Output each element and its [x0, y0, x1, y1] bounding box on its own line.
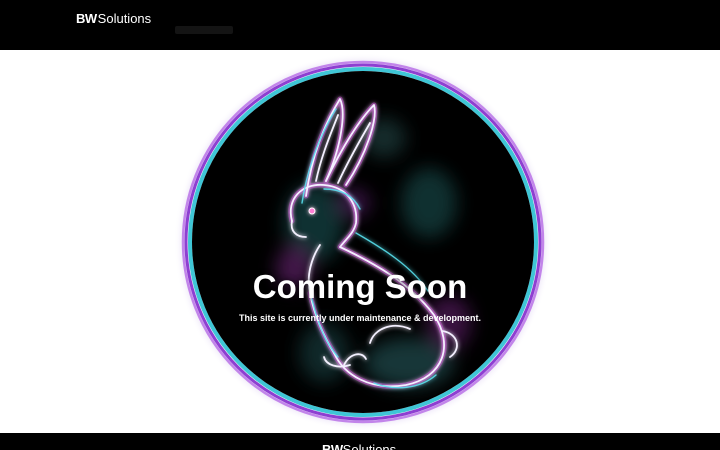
logo-bw: BW	[76, 11, 97, 26]
footer-logo-bw: BW	[322, 442, 343, 450]
footer-brand-logo-link[interactable]: BWSolutions	[322, 442, 396, 450]
site-footer: BWSolutions	[0, 433, 720, 450]
maintenance-message: This site is currently under maintenance…	[238, 313, 482, 323]
site-header: BWSolutions	[0, 0, 720, 50]
nav-placeholder	[175, 26, 233, 34]
main-content: Coming Soon This site is currently under…	[0, 50, 720, 433]
coming-soon-hero-image	[174, 53, 552, 431]
brand-logo-link[interactable]: BWSolutions	[76, 11, 151, 27]
footer-logo-solutions: Solutions	[342, 442, 397, 450]
neon-rabbit-illustration-icon	[174, 53, 552, 431]
coming-soon-title: Coming Soon	[252, 268, 468, 305]
logo-solutions: Solutions	[97, 11, 152, 26]
